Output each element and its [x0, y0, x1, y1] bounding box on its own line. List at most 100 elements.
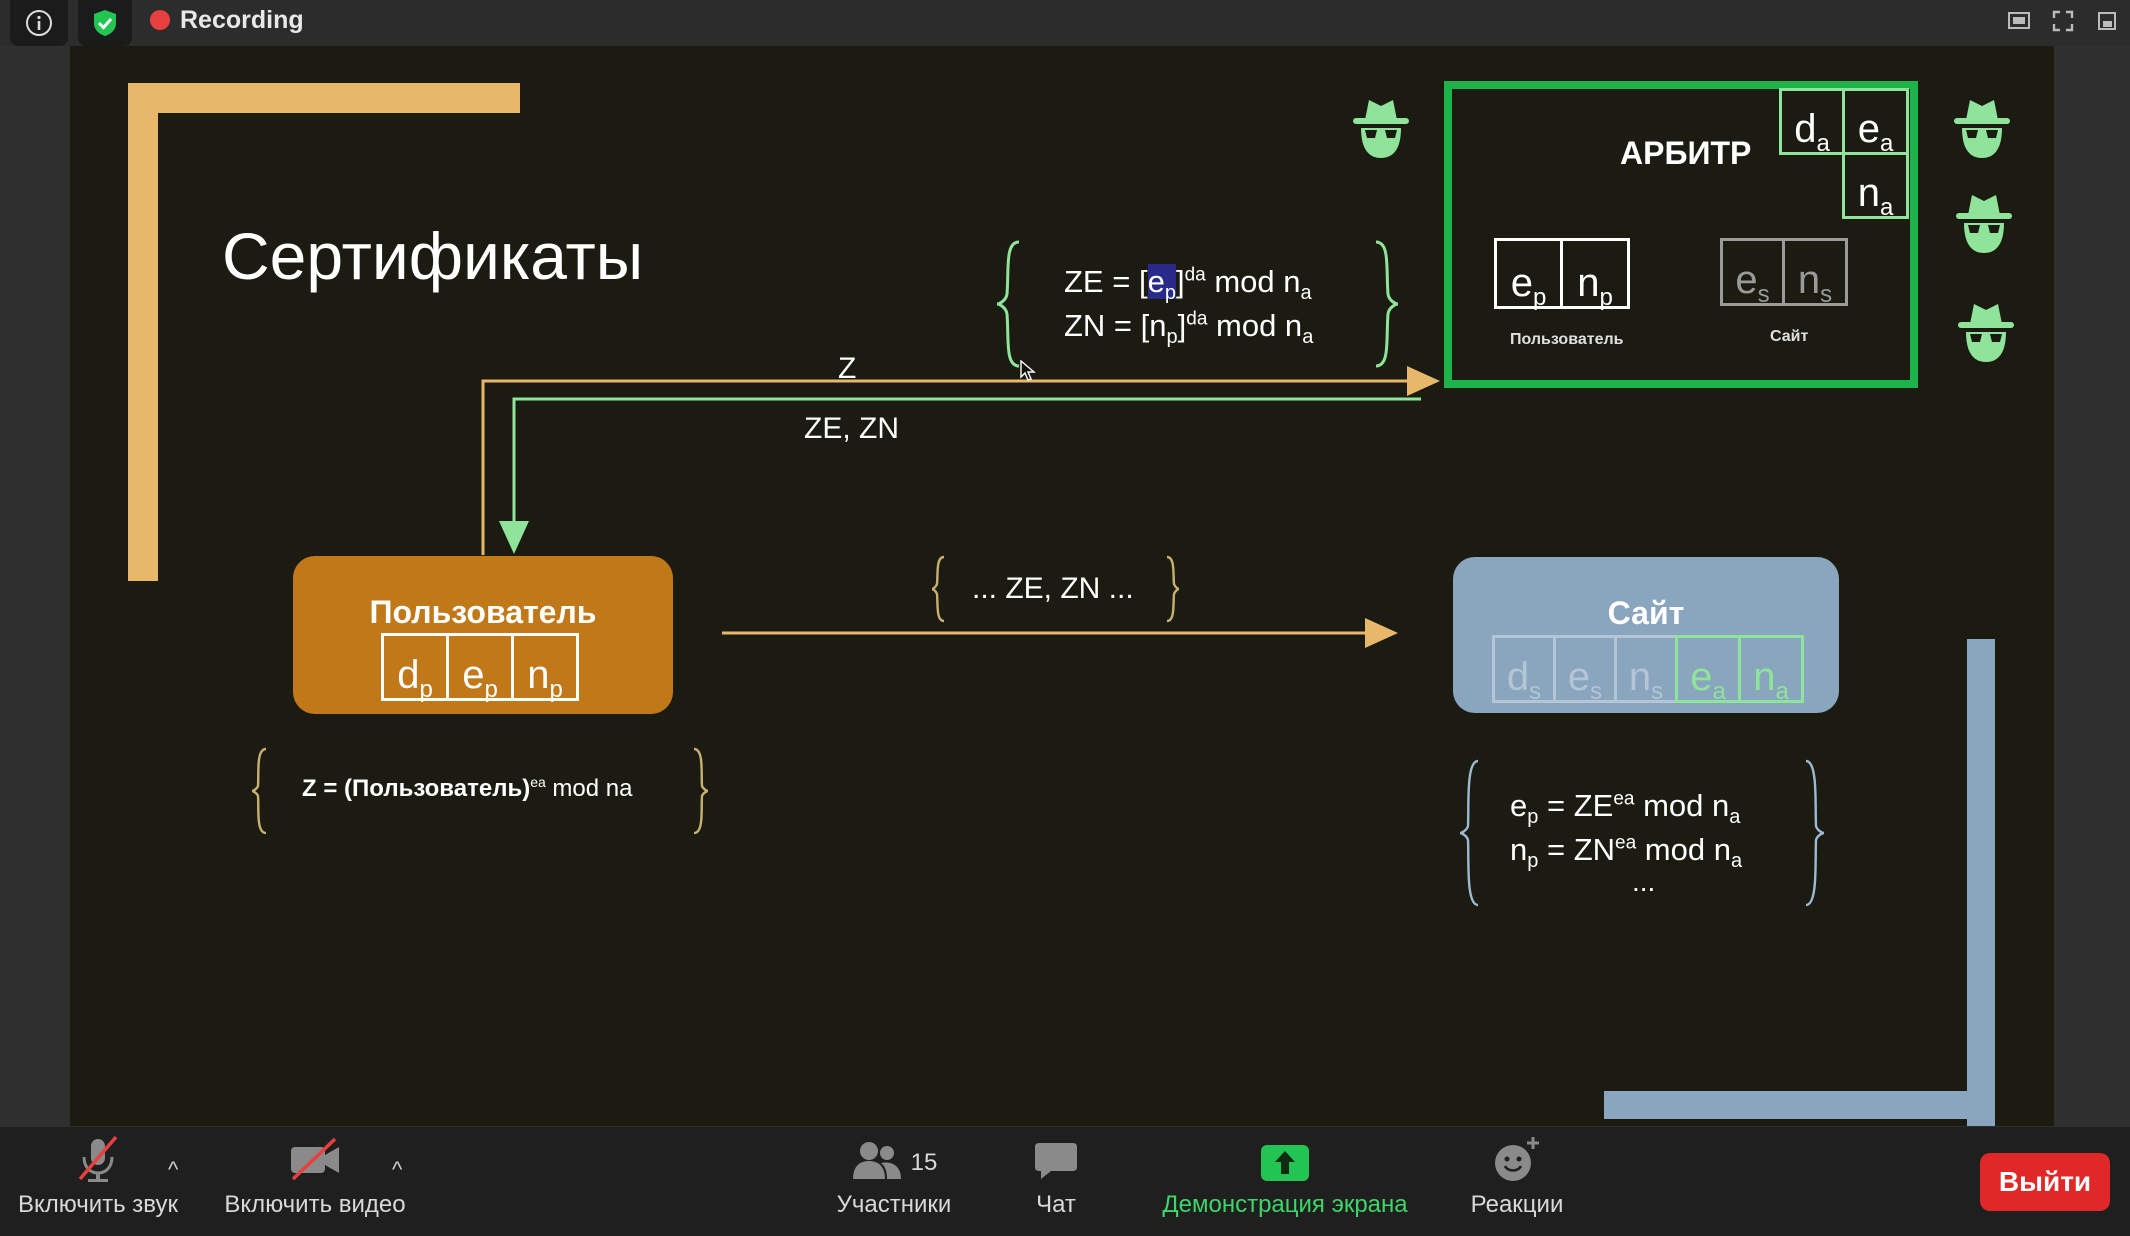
muted-mic-icon	[78, 1135, 118, 1182]
site-formula-ep-var: e	[1510, 788, 1528, 823]
cell-sub: s	[1651, 678, 1664, 705]
encryption-button[interactable]	[78, 0, 132, 46]
user-formula-sup: ea	[530, 774, 546, 790]
video-off-icon	[291, 1137, 339, 1181]
arbiter-user-keys: ep np	[1494, 238, 1630, 311]
audio-options-caret-icon[interactable]: ^	[168, 1157, 178, 1183]
formula-zn-sub: p	[1166, 326, 1178, 349]
cell-var: d	[1506, 655, 1530, 699]
tool-icon-wrap	[287, 1127, 343, 1183]
site-formula-np-mod: mod n	[1636, 832, 1731, 867]
left-brace-icon	[996, 240, 1020, 368]
fullscreen-icon[interactable]	[2052, 10, 2074, 32]
middle-right-brace-icon	[1166, 555, 1180, 623]
cell-sub: p	[549, 676, 563, 703]
start-video-button[interactable]: Включить видео	[218, 1127, 412, 1236]
arrow-z-label: Z	[838, 352, 857, 385]
formula-zn-mod-sub: a	[1302, 326, 1314, 349]
site-key-es: es	[1553, 635, 1617, 705]
unmute-button[interactable]: Включить звук	[8, 1127, 188, 1236]
participants-button[interactable]: 15 Участники	[824, 1127, 964, 1236]
site-formula-ep-sub: p	[1527, 806, 1539, 829]
chat-button[interactable]: Чат	[1016, 1127, 1096, 1236]
site-formula-ellipsis: ...	[1632, 866, 1656, 897]
user-key-np: np	[511, 633, 579, 703]
participants-label: Участники	[836, 1191, 952, 1218]
leave-button[interactable]: Выйти	[1980, 1153, 2110, 1211]
user-key-ep: ep	[446, 633, 514, 703]
info-icon	[26, 10, 52, 36]
cell-var: n	[1753, 655, 1776, 699]
participants-icon	[852, 1142, 901, 1179]
tool-icon-wrap	[1033, 1127, 1079, 1183]
reactions-button[interactable]: Реакции	[1462, 1127, 1572, 1236]
share-screen-button[interactable]: Демонстрация экрана	[1148, 1127, 1422, 1236]
cell-var: e	[1510, 261, 1533, 305]
formula-ze-bracket: ]	[1175, 264, 1185, 299]
spy-icon	[1954, 100, 2010, 158]
site-key-ds: ds	[1492, 635, 1556, 705]
cell-var: e	[1690, 655, 1713, 699]
cell-sub: s	[1820, 281, 1833, 308]
cell-sub: s	[1590, 678, 1603, 705]
formula-zn: ZN = [np]da mod na	[1064, 308, 1313, 349]
site-key-ns: ns	[1614, 635, 1678, 705]
cell-sub: p	[419, 676, 433, 703]
arrow-zezn-to-user	[499, 397, 1421, 554]
formula-zn-part: ZN = [n	[1064, 308, 1167, 343]
right-brace-icon	[1375, 240, 1399, 368]
site-formula-ep-mod-sub: a	[1729, 806, 1741, 829]
tool-icon-wrap	[1493, 1127, 1541, 1183]
site-node-label: Сайт	[1607, 595, 1685, 631]
user-key-dp: dp	[381, 633, 449, 703]
arbiter-site-keys: es ns	[1720, 238, 1848, 308]
site-key-ea: ea	[1675, 635, 1741, 705]
top-bar: Recording	[0, 0, 2130, 46]
middle-message-label: ... ZE, ZN ...	[972, 572, 1134, 605]
middle-left-brace-icon	[931, 555, 945, 623]
user-formula-rest: mod na	[545, 775, 633, 802]
site-formula-np: np = ZNea mod na	[1510, 832, 1742, 873]
cell-sub: p	[1599, 284, 1613, 311]
cell-var: n	[1797, 258, 1821, 302]
arbiter-title: АРБИТР	[1620, 135, 1752, 171]
site-formula-np-sup: ea	[1615, 832, 1637, 854]
spy-icon	[1958, 304, 2014, 362]
site-formula-np-eq: = ZN	[1538, 832, 1616, 867]
arbiter-user-ep: ep	[1494, 238, 1563, 311]
cell-var: n	[1628, 655, 1652, 699]
recording-dot-icon	[150, 10, 170, 30]
cell-sub: a	[1775, 678, 1789, 705]
minimize-window-icon[interactable]	[2096, 10, 2118, 32]
formula-ze-mod: mod n	[1205, 264, 1301, 299]
reactions-label: Реакции	[1470, 1191, 1564, 1218]
shared-screen-slide: Сертификаты Z ZE, ZN ZE = [ep]da mod na …	[70, 46, 2054, 1126]
user-formula-left-brace-icon	[251, 747, 267, 835]
reactions-icon	[1495, 1137, 1539, 1181]
user-node-label: Пользователь	[369, 594, 597, 630]
cell-var: e	[462, 653, 485, 697]
arbiter-user-np: np	[1560, 238, 1630, 311]
site-formula-ep: ep = ZEea mod na	[1510, 788, 1740, 829]
formula-ze: ZE = [ep]da mod na	[1064, 264, 1312, 305]
cell-sub: s	[1529, 678, 1542, 705]
formula-zn-bracket: ]	[1177, 308, 1187, 343]
recording-indicator[interactable]: Recording	[150, 0, 304, 40]
view-options-icon[interactable]	[2008, 10, 2030, 32]
cell-var: n	[1857, 171, 1880, 215]
participants-count: 15	[910, 1149, 938, 1176]
info-button[interactable]	[10, 0, 68, 46]
site-node-keys: ds es ns ea na	[1492, 635, 1804, 705]
chat-icon	[1035, 1143, 1077, 1179]
formula-ze-mod-sub: a	[1300, 282, 1312, 305]
cell-sub: p	[1532, 284, 1547, 311]
recording-label: Recording	[180, 5, 304, 34]
cell-var: d	[397, 653, 420, 697]
share-screen-label: Демонстрация экрана	[1162, 1191, 1408, 1218]
user-formula-bold: Z = (Пользователь)	[302, 775, 531, 802]
cell-var: d	[1794, 107, 1817, 151]
site-formula-np-mod-sub: a	[1730, 850, 1743, 873]
video-options-caret-icon[interactable]: ^	[392, 1157, 402, 1183]
chat-label: Чат	[1036, 1191, 1076, 1218]
spy-icon	[1353, 100, 1409, 158]
